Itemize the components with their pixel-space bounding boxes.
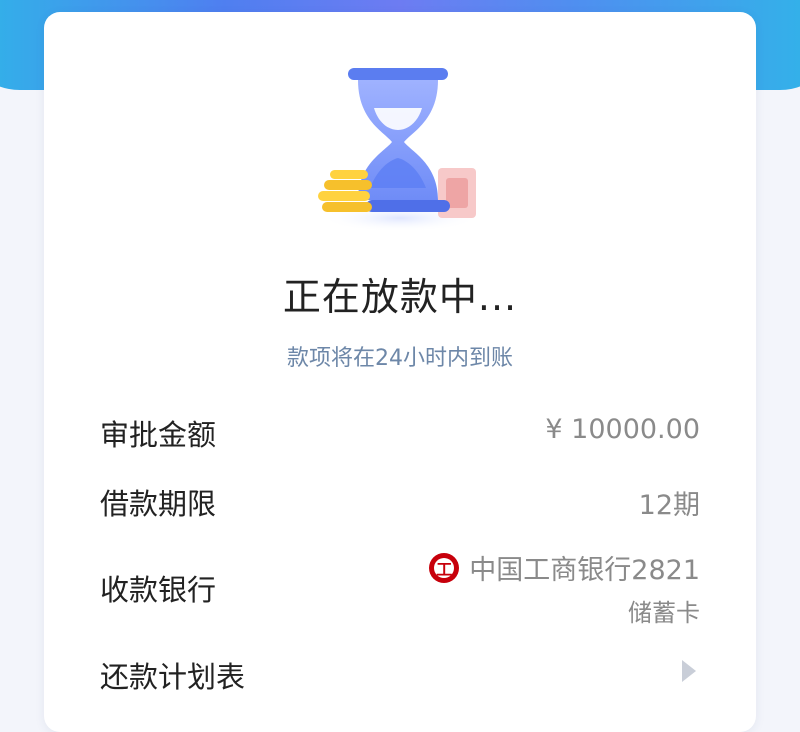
hourglass-with-coins-illustration <box>318 68 480 232</box>
chevron-right-icon[interactable] <box>682 660 696 682</box>
status-title: 正在放款中... <box>282 275 518 319</box>
approved-amount-label: 审批金额 <box>100 418 217 452</box>
loan-term-value: 12期 <box>638 490 700 521</box>
status-subtitle: 款项将在24小时内到账 <box>287 346 513 371</box>
icbc-logo-icon <box>429 552 460 583</box>
bank-name: 中国工商银行2821 <box>469 555 700 586</box>
approved-amount-value: ¥ 10000.00 <box>545 414 700 445</box>
receiving-bank-value: 中国工商银行2821 储蓄卡 <box>429 548 700 628</box>
loan-term-label: 借款期限 <box>100 487 217 521</box>
bank-card-type: 储蓄卡 <box>628 599 700 627</box>
receiving-bank-label: 收款银行 <box>100 573 217 607</box>
repayment-schedule-link[interactable]: 还款计划表 <box>100 654 245 696</box>
